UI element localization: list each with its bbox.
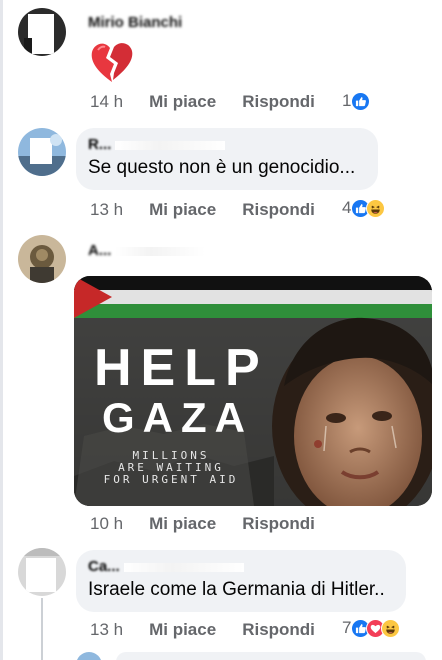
like-button[interactable]: Mi piace — [149, 92, 216, 112]
avatar[interactable] — [18, 548, 66, 596]
avatar-image — [18, 235, 66, 283]
avatar[interactable] — [18, 8, 66, 56]
reaction-count: 1 — [342, 91, 352, 110]
comment-bubble: Ca... Israele come la Germania di Hitler… — [76, 550, 406, 612]
attached-image[interactable]: HELP GAZA MILLIONS ARE WAITING FOR URGEN… — [74, 276, 432, 506]
commenter-name[interactable]: Ca... — [88, 558, 394, 578]
commenter-name-text[interactable]: A... — [88, 242, 111, 259]
commenter-name-text[interactable]: Ca... — [88, 558, 120, 575]
broken-heart-emoji — [91, 43, 133, 82]
reply-thread-line — [41, 598, 43, 660]
reaction-summary[interactable]: 7 — [342, 618, 401, 638]
avatar-image — [18, 128, 66, 176]
reply-button[interactable]: Rispondi — [242, 92, 315, 112]
like-button[interactable]: Mi piace — [149, 514, 216, 534]
like-button[interactable]: Mi piace — [149, 620, 216, 640]
avatar-image — [18, 8, 66, 56]
reply-button[interactable]: Rispondi — [242, 620, 315, 640]
commenter-name[interactable]: Mirio Bianchi — [88, 14, 182, 31]
avatar[interactable] — [18, 128, 66, 176]
reply-button[interactable]: Rispondi — [242, 514, 315, 534]
comment-text: Israele come la Germania di Hitler.. — [88, 579, 385, 600]
commenter-name[interactable]: A... — [88, 242, 206, 259]
avatar[interactable] — [18, 235, 66, 283]
reaction-summary[interactable]: 1 — [342, 91, 371, 111]
next-reply-bubble — [116, 652, 426, 660]
commenter-name-text[interactable]: R... — [88, 136, 111, 153]
image-caption: MILLIONS ARE WAITING FOR URGENT AID — [96, 450, 246, 486]
reaction-count: 7 — [342, 618, 352, 637]
name-redaction — [115, 140, 226, 150]
avatar-image — [18, 548, 66, 596]
comment-time[interactable]: 13 h — [90, 200, 123, 220]
comment-actions: 14 h Mi piace Rispondi — [90, 90, 341, 114]
comment-actions: 13 h Mi piace Rispondi — [90, 618, 341, 642]
commenter-name[interactable]: R... — [88, 136, 366, 156]
commenter-name-text[interactable]: Mirio Bianchi — [88, 14, 182, 31]
haha-reaction-icon — [366, 198, 386, 218]
comment-text: Se questo non è un genocidio... — [88, 157, 356, 178]
comment-bubble: R... Se questo non è un genocidio... — [76, 128, 378, 190]
reaction-count: 4 — [342, 198, 352, 217]
comment-time[interactable]: 13 h — [90, 620, 123, 640]
reply-button[interactable]: Rispondi — [242, 200, 315, 220]
like-button[interactable]: Mi piace — [149, 200, 216, 220]
comment-time[interactable]: 14 h — [90, 92, 123, 112]
comment-actions: 13 h Mi piace Rispondi — [90, 198, 341, 222]
haha-reaction-icon — [381, 618, 401, 638]
comment-4: Ca... Israele come la Germania di Hitler… — [0, 540, 442, 660]
image-title: HELP — [94, 339, 269, 397]
comment-actions: 10 h Mi piace Rispondi — [90, 512, 341, 536]
name-redaction — [123, 562, 244, 572]
image-subtitle: GAZA — [102, 394, 253, 441]
reaction-summary[interactable]: 4 — [342, 198, 386, 218]
comment-1: Mirio Bianchi 14 h Mi piace Rispondi 1 — [0, 0, 442, 120]
comment-2: R... Se questo non è un genocidio... 13 … — [0, 120, 442, 230]
like-reaction-icon — [351, 91, 371, 111]
comment-time[interactable]: 10 h — [90, 514, 123, 534]
image-caption-line: FOR URGENT AID — [103, 473, 239, 486]
name-redaction — [115, 246, 206, 256]
